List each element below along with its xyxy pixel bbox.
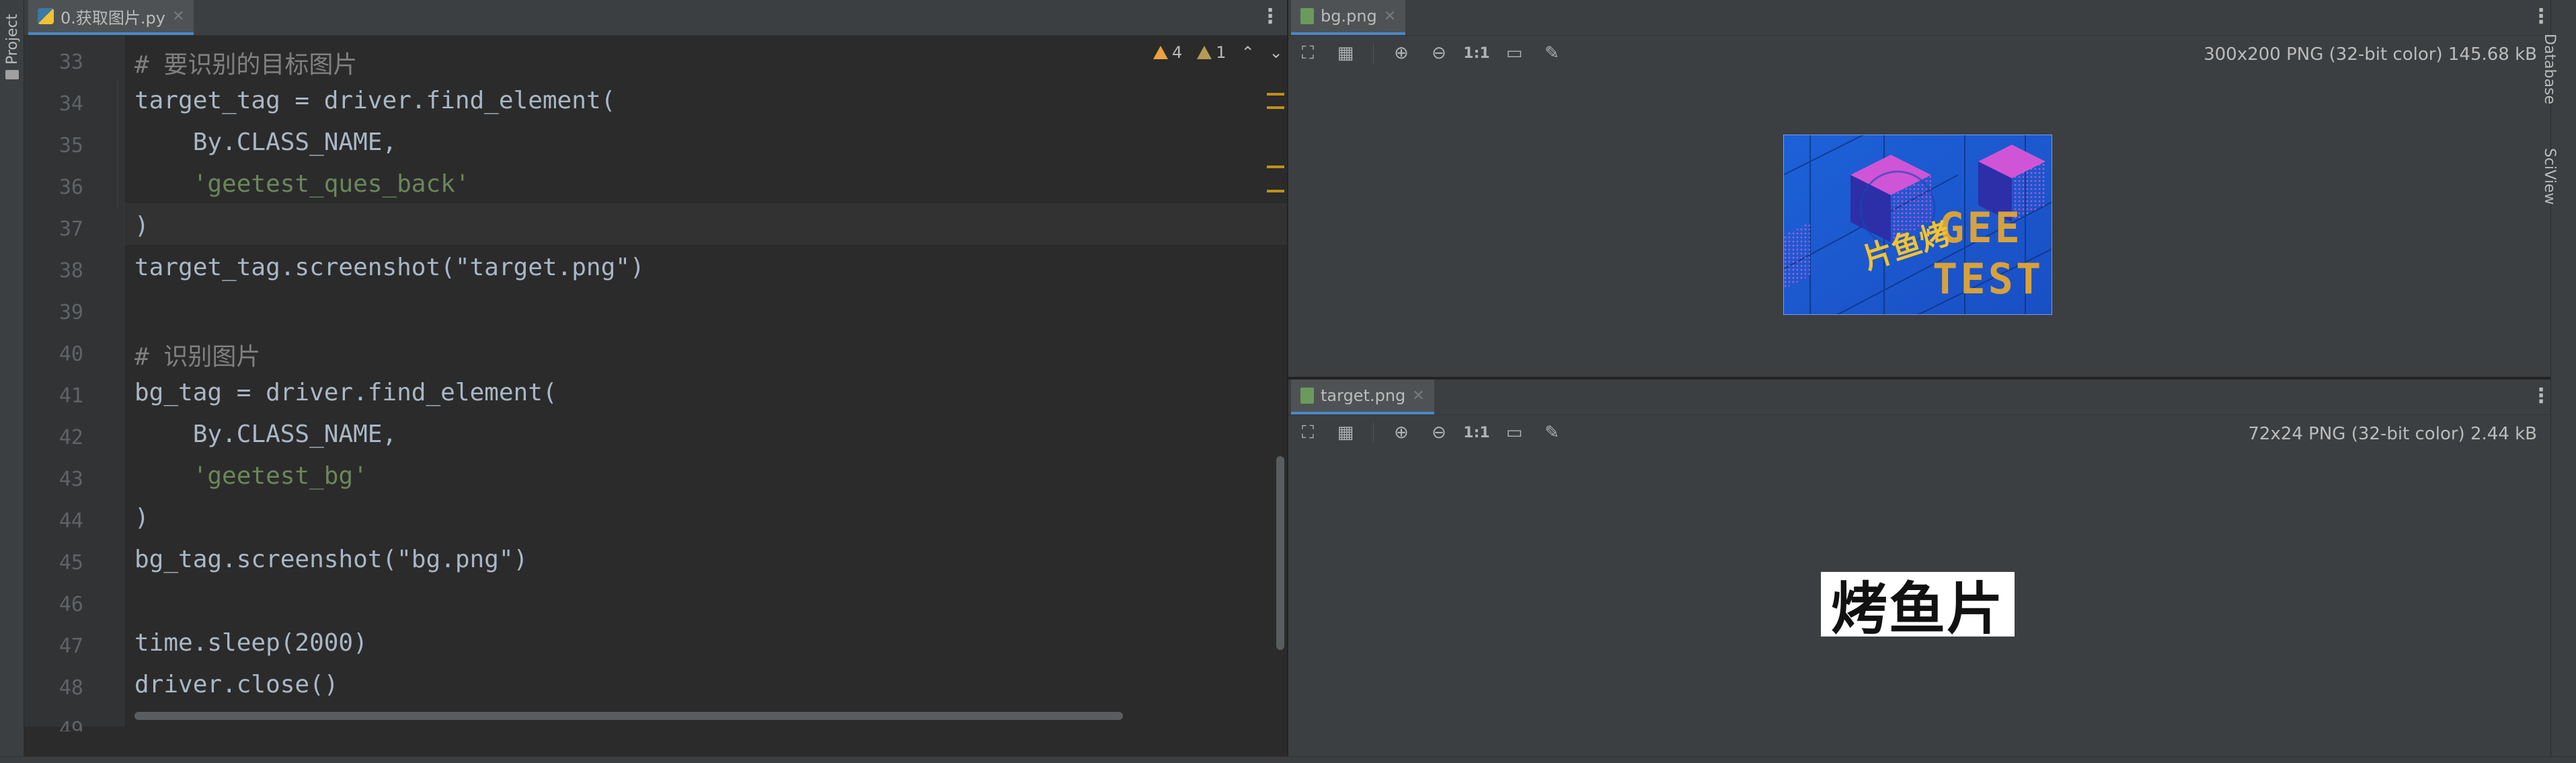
image-file-icon	[1300, 8, 1314, 24]
line-number: 33	[58, 50, 83, 74]
image-info: 72x24 PNG (32-bit color) 2.44 kB	[2248, 424, 2537, 444]
zoom-in-icon[interactable]: ⊕	[1391, 43, 1411, 63]
folder-icon[interactable]	[5, 70, 19, 79]
warning-icon	[1153, 46, 1168, 59]
target-image-text: 烤鱼片	[1830, 575, 2004, 642]
code-line[interactable]: target_tag.screenshot("target.png")	[134, 254, 645, 281]
code-line[interactable]: By.CLASS_NAME,	[134, 421, 397, 448]
code-line[interactable]: # 识别图片	[134, 337, 260, 372]
left-tool-strip: Project	[0, 0, 24, 762]
viewer-toolbar: ⛶ ▦ ⊕ ⊖ 1:1 ▭ ✎	[1298, 423, 1562, 443]
grid-icon[interactable]: ▦	[1335, 423, 1356, 443]
viewer-tab-bar: target.png ✕ ⋮	[1288, 379, 2551, 415]
line-number: 34	[58, 92, 83, 116]
fit-to-screen-icon[interactable]: ⛶	[1298, 423, 1318, 443]
project-tool-button[interactable]: Project	[4, 14, 21, 65]
warning-marker[interactable]	[1267, 166, 1284, 168]
zoom-out-icon[interactable]: ⊖	[1429, 43, 1449, 63]
line-number: 40	[58, 342, 83, 366]
weak-warning-count: 1	[1216, 43, 1226, 62]
line-number: 45	[58, 551, 83, 575]
line-number: 47	[58, 634, 83, 658]
target-image: 烤鱼片	[1821, 572, 2015, 642]
code-line[interactable]: bg_tag = driver.find_element(	[134, 379, 557, 406]
line-number: 36	[58, 176, 83, 199]
image-file-icon	[1300, 388, 1314, 404]
tab-editor-file-label: 0.获取图片.py	[61, 8, 165, 28]
line-number: 42	[58, 426, 83, 449]
image-viewer-bg: bg.png ✕ ⋮ ⛶ ▦ ⊕ ⊖ 1:1 ▭ ✎ 300x200 PNG (…	[1288, 0, 2551, 377]
editor-tab-bar: 0.获取图片.py ✕ ⋮	[24, 0, 1287, 36]
close-icon[interactable]: ✕	[1412, 388, 1424, 404]
weak-warning-icon	[1197, 46, 1212, 59]
tab-bg-png-label: bg.png	[1321, 7, 1377, 26]
tab-target-png[interactable]: target.png ✕	[1291, 379, 1434, 414]
code-line[interactable]: By.CLASS_NAME,	[134, 129, 397, 156]
code-line[interactable]: 'geetest_bg'	[134, 462, 368, 490]
toolbar-separator	[1373, 423, 1374, 443]
code-line[interactable]: 'geetest_ques_back'	[134, 170, 470, 198]
image-info: 300x200 PNG (32-bit color) 145.68 kB	[2203, 44, 2537, 65]
zoom-out-icon[interactable]: ⊖	[1429, 423, 1449, 443]
vertical-scrollbar[interactable]	[1276, 456, 1284, 650]
line-number: 35	[58, 134, 83, 157]
more-options-icon[interactable]: ⋮	[2531, 386, 2551, 406]
viewer-toolbar: ⛶ ▦ ⊕ ⊖ 1:1 ▭ ✎	[1298, 43, 1562, 63]
horizontal-scrollbar[interactable]	[134, 712, 1123, 720]
captcha-background-image: GEE TEST 片鱼烤	[1783, 135, 2052, 315]
fit-to-screen-icon[interactable]: ⛶	[1298, 43, 1318, 63]
more-options-icon[interactable]: ⋮	[1260, 7, 1280, 27]
warning-marker[interactable]	[1267, 190, 1284, 192]
color-picker-icon[interactable]: ✎	[1542, 43, 1562, 63]
line-number: 43	[58, 468, 83, 491]
more-options-icon[interactable]: ⋮	[2531, 7, 2551, 27]
python-file-icon	[38, 8, 54, 24]
background-icon[interactable]: ▭	[1504, 423, 1524, 443]
warning-count: 4	[1172, 43, 1183, 62]
sciview-tool-button[interactable]: SciView	[2541, 148, 2558, 205]
chevron-down-icon[interactable]: ⌄	[1270, 43, 1283, 62]
actual-size-button[interactable]: 1:1	[1463, 43, 1489, 63]
line-number: 41	[58, 384, 83, 408]
line-number: 39	[58, 301, 83, 324]
code-line[interactable]: # 要识别的目标图片	[134, 45, 357, 80]
line-number: 49	[58, 718, 83, 731]
color-picker-icon[interactable]: ✎	[1542, 423, 1562, 443]
warning-marker[interactable]	[1267, 106, 1284, 109]
current-line-highlight	[124, 203, 1287, 245]
grid-icon[interactable]: ▦	[1335, 43, 1356, 63]
indent-guide	[117, 81, 118, 209]
viewer-tab-bar: bg.png ✕ ⋮	[1288, 0, 2551, 36]
code-line[interactable]: time.sleep(2000)	[134, 629, 368, 657]
sciview-label: SciView	[2541, 148, 2558, 205]
inspection-widget[interactable]: 4 1 ⌃ ⌄	[1153, 43, 1283, 62]
close-icon[interactable]: ✕	[172, 8, 184, 25]
line-number: 44	[58, 509, 83, 533]
code-line[interactable]: driver.close()	[134, 671, 338, 698]
chevron-up-icon[interactable]: ⌃	[1241, 43, 1255, 62]
code-line[interactable]: target_tag = driver.find_element(	[134, 87, 615, 114]
tab-bg-png[interactable]: bg.png ✕	[1291, 0, 1406, 35]
database-tool-button[interactable]: Database	[2541, 34, 2558, 104]
warning-marker[interactable]	[1267, 93, 1284, 96]
captcha-text-bottom: TEST	[1933, 254, 2043, 303]
line-number: 46	[58, 593, 83, 616]
line-number: 38	[58, 259, 83, 283]
background-icon[interactable]: ▭	[1504, 43, 1524, 63]
tab-editor-file[interactable]: 0.获取图片.py ✕	[28, 0, 194, 35]
database-label: Database	[2541, 34, 2558, 104]
code-line[interactable]: bg_tag.screenshot("bg.png")	[134, 546, 528, 573]
code-line[interactable]: )	[134, 504, 149, 532]
line-number: 37	[58, 217, 83, 241]
zoom-in-icon[interactable]: ⊕	[1391, 423, 1411, 443]
toolbar-separator	[1373, 43, 1374, 63]
right-tool-strip: Database SciView	[2541, 0, 2576, 762]
actual-size-button[interactable]: 1:1	[1463, 423, 1489, 443]
project-label: Project	[4, 13, 21, 65]
line-number: 48	[58, 676, 83, 700]
close-icon[interactable]: ✕	[1384, 8, 1396, 25]
image-viewer-target: target.png ✕ ⋮ ⛶ ▦ ⊕ ⊖ 1:1 ▭ ✎ 72x24 PNG…	[1288, 379, 2551, 756]
tab-target-png-label: target.png	[1321, 386, 1406, 405]
code-line[interactable]: )	[134, 212, 149, 240]
